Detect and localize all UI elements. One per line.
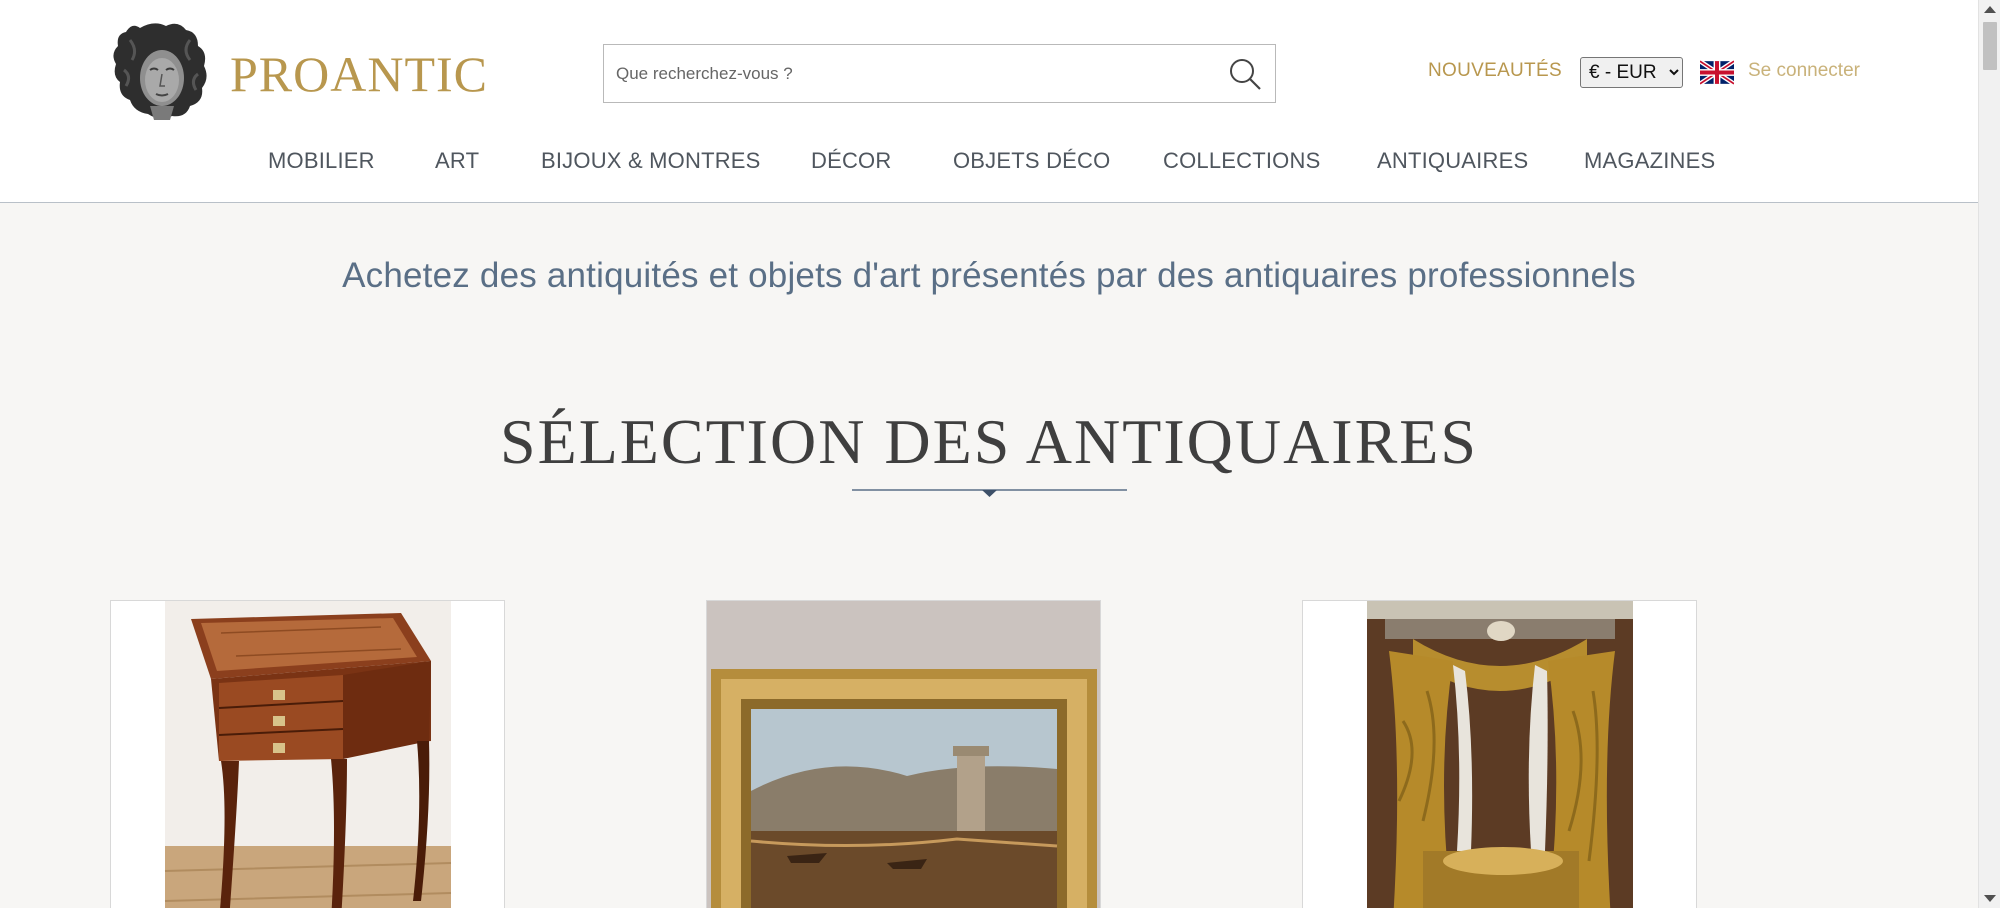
logo-wordmark[interactable]: PROANTIC [230,45,488,103]
nav-item-magazines[interactable]: MAGAZINES [1584,148,1715,174]
nav-item-mobilier[interactable]: MOBILIER [268,148,375,174]
scroll-down-arrow-icon[interactable] [1984,895,1996,902]
search-bar [603,44,1276,103]
product-card-side-table[interactable] [110,600,505,908]
nav-item-objets-deco[interactable]: OBJETS DÉCO [953,148,1110,174]
site-header: PROANTIC NOUVEAUTÉS € - EUR Se connecter… [0,0,1978,203]
currency-select[interactable]: € - EUR [1580,57,1683,88]
tagline: Achetez des antiquités et objets d'art p… [342,256,1636,295]
main-nav: MOBILIER ART BIJOUX & MONTRES DÉCOR OBJE… [0,148,1978,178]
sculpture-head-logo-icon [113,23,207,120]
uk-flag-icon[interactable] [1700,60,1734,85]
nav-item-antiquaires[interactable]: ANTIQUAIRES [1377,148,1528,174]
title-underline-ornament [852,489,1127,497]
nouveautes-link[interactable]: NOUVEAUTÉS [1428,60,1562,82]
login-link[interactable]: Se connecter [1748,60,1860,82]
landscape-painting-image [707,601,1100,908]
nav-item-art[interactable]: ART [435,148,479,174]
product-card-landscape-painting[interactable] [706,600,1101,908]
site-logo[interactable]: PROANTIC [110,20,488,124]
search-button[interactable] [1215,45,1275,102]
search-icon [1230,58,1261,90]
section-title: SÉLECTION DES ANTIQUAIRES [500,406,1478,477]
vertical-scrollbar[interactable] [1978,0,2000,908]
scrollbar-thumb[interactable] [1983,22,1997,70]
nav-item-bijoux-montres[interactable]: BIJOUX & MONTRES [541,148,761,174]
nav-item-collections[interactable]: COLLECTIONS [1163,148,1320,174]
nav-item-decor[interactable]: DÉCOR [811,148,891,174]
search-input[interactable] [604,45,1215,102]
canopy-bed-image [1367,601,1633,908]
scroll-up-arrow-icon[interactable] [1984,6,1996,13]
product-card-canopy-bed[interactable] [1302,600,1697,908]
side-table-image [164,601,452,908]
